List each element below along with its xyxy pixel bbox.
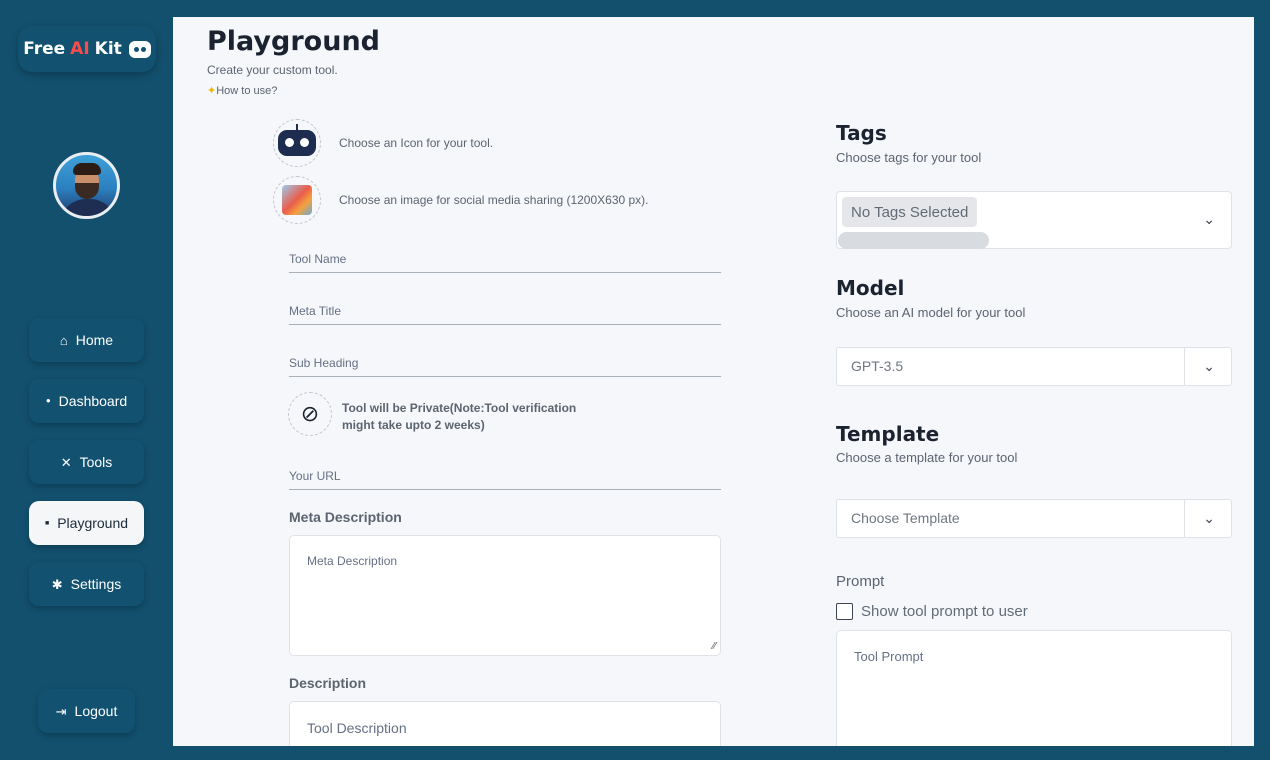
sparkle-icon: ✦ — [207, 85, 217, 97]
tags-title: Tags — [836, 121, 887, 145]
avatar-body — [60, 199, 116, 216]
meta-description-textarea[interactable]: Meta Description ⁄⁄ — [289, 535, 721, 656]
avatar[interactable] — [53, 152, 120, 219]
home-icon: ⌂ — [59, 332, 68, 348]
logout-label: Logout — [74, 703, 118, 719]
avatar-beard — [75, 183, 99, 199]
show-prompt-label: Show tool prompt to user — [861, 603, 1028, 620]
sidebar-item-label: Dashboard — [58, 393, 128, 409]
sub-heading-field[interactable]: Sub Heading — [289, 347, 721, 377]
description-label: Description — [289, 675, 367, 691]
model-select[interactable]: GPT-3.5 ⌄ — [836, 347, 1232, 386]
brand-kit: Kit — [94, 39, 122, 59]
tags-select[interactable]: No Tags Selected ⌄ — [836, 191, 1232, 249]
privacy-toggle[interactable]: ⊘ — [288, 392, 332, 436]
template-select[interactable]: Choose Template ⌄ — [836, 499, 1232, 538]
brand-ai: AI — [70, 39, 90, 59]
sidebar-item-dashboard[interactable]: ● Dashboard — [29, 379, 144, 423]
how-to-use-label: How to use? — [216, 85, 278, 97]
template-subtitle: Choose a template for your tool — [836, 450, 1018, 465]
show-prompt-checkbox[interactable]: Show tool prompt to user — [836, 603, 1028, 620]
description-placeholder: Tool Description — [307, 720, 407, 736]
logout-button[interactable]: ⇥ Logout — [38, 689, 135, 733]
social-image-picker[interactable] — [273, 176, 321, 224]
model-subtitle: Choose an AI model for your tool — [836, 305, 1026, 320]
how-to-use-link[interactable]: ✦How to use? — [207, 84, 277, 97]
robot-logo-icon — [128, 40, 151, 58]
page-title: Playground — [207, 26, 380, 57]
icon-picker-label: Choose an Icon for your tool. — [339, 136, 494, 150]
sidebar-item-label: Playground — [57, 515, 129, 531]
meta-description-placeholder: Meta Description — [307, 554, 398, 568]
chevron-down-icon: ⌄ — [1203, 211, 1215, 227]
sidebar-item-home[interactable]: ⌂ Home — [29, 318, 144, 362]
template-title: Template — [836, 422, 940, 446]
playground-icon: ■ — [44, 519, 50, 527]
sidebar-item-label: Tools — [79, 454, 113, 470]
description-textarea[interactable]: Tool Description — [289, 701, 721, 746]
dashboard-icon: ● — [45, 396, 51, 405]
template-placeholder: Choose Template — [851, 510, 960, 526]
settings-icon: ✱ — [51, 576, 63, 592]
tool-prompt-placeholder: Tool Prompt — [854, 649, 924, 664]
brand-logo[interactable]: Free AI Kit — [18, 26, 156, 72]
tools-icon: ✕ — [60, 454, 72, 470]
tool-name-field[interactable]: Tool Name — [289, 243, 721, 273]
logout-icon: ⇥ — [55, 703, 67, 719]
private-note: Tool will be Private(Note:Tool verificat… — [342, 401, 577, 432]
prompt-label: Prompt — [836, 573, 885, 590]
page-subtitle: Create your custom tool. — [207, 63, 338, 77]
chevron-down-icon: ⌄ — [1203, 358, 1215, 374]
sidebar-item-label: Home — [75, 332, 114, 348]
model-value: GPT-3.5 — [851, 358, 904, 374]
avatar-hair — [73, 163, 101, 175]
main-panel: Playground Create your custom tool. ✦How… — [173, 17, 1254, 746]
tool-prompt-textarea[interactable]: Tool Prompt — [836, 630, 1232, 746]
meta-title-field[interactable]: Meta Title — [289, 295, 721, 325]
sidebar-item-settings[interactable]: ✱ Settings — [29, 562, 144, 606]
robot-icon — [278, 124, 316, 156]
model-title: Model — [836, 276, 905, 300]
chevron-down-icon: ⌄ — [1203, 510, 1215, 526]
select-divider — [1184, 500, 1185, 537]
url-field[interactable]: Your URL — [289, 460, 721, 490]
select-divider — [1184, 348, 1185, 385]
image-picker-label: Choose an image for social media sharing… — [339, 193, 649, 207]
sidebar-item-tools[interactable]: ✕ Tools — [29, 440, 144, 484]
brand-free: Free — [23, 39, 66, 59]
sidebar-item-label: Settings — [70, 576, 122, 592]
checkbox[interactable] — [836, 603, 853, 620]
resize-handle-icon[interactable]: ⁄⁄ — [713, 641, 716, 652]
eye-off-icon: ⊘ — [300, 401, 320, 426]
sidebar-item-playground[interactable]: ■ Playground — [29, 501, 144, 545]
tool-icon-picker[interactable] — [273, 119, 321, 167]
tags-scrollbar[interactable] — [838, 232, 989, 249]
image-thumbnail-icon — [282, 185, 312, 215]
tags-subtitle: Choose tags for your tool — [836, 150, 982, 165]
tags-chip: No Tags Selected — [842, 197, 978, 227]
meta-description-label: Meta Description — [289, 509, 402, 525]
